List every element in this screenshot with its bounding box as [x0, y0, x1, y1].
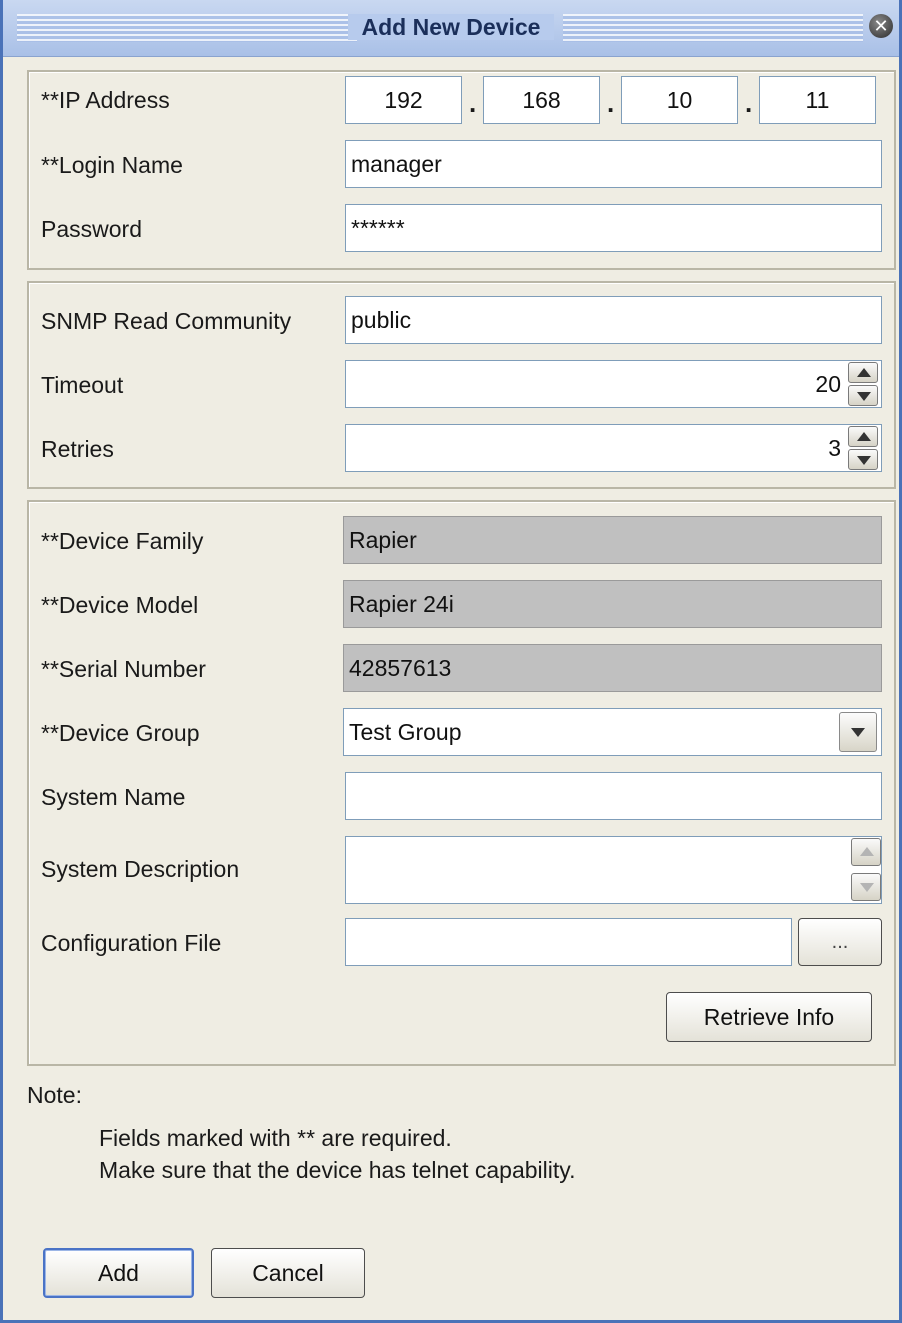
- serial-number-field: 42857613: [343, 644, 882, 692]
- device-model-field: Rapier 24i: [343, 580, 882, 628]
- close-icon[interactable]: ✕: [869, 14, 893, 38]
- spin-down-icon[interactable]: [848, 385, 878, 406]
- note-line: Fields marked with ** are required.: [99, 1125, 452, 1151]
- system-name-label: System Name: [41, 784, 186, 810]
- add-button[interactable]: Add: [43, 1248, 194, 1298]
- scroll-down-icon[interactable]: [851, 873, 881, 901]
- timeout-field[interactable]: 20: [345, 360, 882, 408]
- chevron-down-icon[interactable]: [839, 712, 877, 752]
- description-scrollbar[interactable]: [851, 838, 881, 902]
- dialog-title: Add New Device: [347, 14, 555, 40]
- spin-up-icon[interactable]: [848, 426, 878, 447]
- device-group-label: **Device Group: [41, 720, 200, 746]
- password-field[interactable]: ******: [345, 204, 882, 252]
- system-description-textarea[interactable]: [345, 836, 882, 904]
- serial-number-label: **Serial Number: [41, 656, 206, 682]
- retries-field[interactable]: 3: [345, 424, 882, 472]
- login-name-label: **Login Name: [41, 152, 183, 178]
- snmp-community-label: SNMP Read Community: [41, 308, 292, 334]
- device-family-label: **Device Family: [41, 528, 204, 554]
- device-group-select[interactable]: Test Group: [343, 708, 882, 756]
- ip-separator: .: [607, 88, 615, 118]
- configuration-file-field[interactable]: [345, 918, 792, 966]
- add-device-dialog: Add New Device ✕ **IP Address 192 . 168 …: [0, 0, 902, 1323]
- spin-down-icon[interactable]: [848, 449, 878, 470]
- snmp-community-field[interactable]: public: [345, 296, 882, 344]
- login-name-field[interactable]: manager: [345, 140, 882, 188]
- timeout-spinner: [848, 362, 878, 406]
- ip-octet-2-field[interactable]: 168: [483, 76, 600, 124]
- spin-up-icon[interactable]: [848, 362, 878, 383]
- ip-octet-3-field[interactable]: 10: [621, 76, 738, 124]
- ip-address-label: **IP Address: [41, 87, 170, 113]
- ip-octet-4-field[interactable]: 11: [759, 76, 876, 124]
- ip-separator: .: [469, 88, 477, 118]
- note-label: Note:: [27, 1082, 82, 1108]
- password-label: Password: [41, 216, 142, 242]
- timeout-label: Timeout: [41, 372, 124, 398]
- scroll-up-icon[interactable]: [851, 838, 881, 866]
- cancel-button[interactable]: Cancel: [211, 1248, 365, 1298]
- ip-separator: .: [745, 88, 753, 118]
- ip-octet-1-field[interactable]: 192: [345, 76, 462, 124]
- retrieve-info-button[interactable]: Retrieve Info: [666, 992, 872, 1042]
- system-description-label: System Description: [41, 856, 240, 882]
- retries-spinner: [848, 426, 878, 470]
- system-name-field[interactable]: [345, 772, 882, 820]
- note-line: Make sure that the device has telnet cap…: [99, 1157, 576, 1183]
- browse-button[interactable]: ...: [798, 918, 882, 966]
- device-model-label: **Device Model: [41, 592, 199, 618]
- device-family-field: Rapier: [343, 516, 882, 564]
- configuration-file-label: Configuration File: [41, 930, 222, 956]
- title-bar[interactable]: Add New Device ✕: [3, 0, 899, 57]
- retries-label: Retries: [41, 436, 114, 462]
